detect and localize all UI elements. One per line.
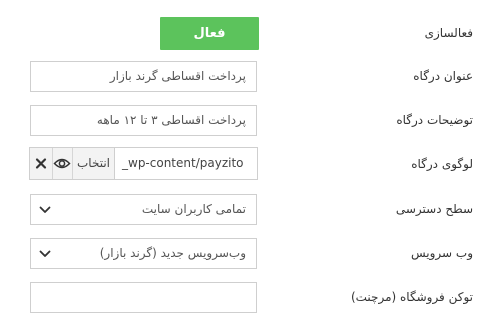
access-level-label: سطح دسترسی xyxy=(395,202,473,216)
gateway-description-input[interactable]: پرداخت اقساطی ۳ تا ۱۲ ماهه xyxy=(30,105,257,136)
close-icon xyxy=(35,158,47,169)
access-level-select[interactable]: تمامی کاربران سایت xyxy=(30,194,257,225)
gateway-title-label: عنوان درگاه xyxy=(413,69,473,83)
remove-logo-button[interactable] xyxy=(30,148,53,179)
gateway-description-label: توضیحات درگاه xyxy=(396,113,473,127)
activation-toggle-button[interactable]: فعال xyxy=(160,17,259,50)
gateway-title-input[interactable]: پرداخت اقساطی گرند بازار xyxy=(30,61,257,92)
merchant-token-label: توکن فروشگاه (مرچنت) xyxy=(350,290,473,304)
gateway-description-value: پرداخت اقساطی ۳ تا ۱۲ ماهه xyxy=(96,113,246,127)
choose-logo-button[interactable]: انتخاب xyxy=(72,148,115,179)
web-service-label: وب سرویس xyxy=(410,246,473,260)
access-level-selected: تمامی کاربران سایت xyxy=(141,202,246,216)
eye-icon xyxy=(53,158,71,169)
chevron-down-icon xyxy=(39,250,51,257)
gateway-logo-actions: انتخاب xyxy=(29,147,115,180)
gateway-logo-label: لوگوی درگاه xyxy=(411,157,473,171)
activation-label: فعالسازی xyxy=(424,26,473,40)
merchant-token-input[interactable] xyxy=(30,282,257,313)
web-service-select[interactable]: وب‌سرویس جدید (گرند بازار) xyxy=(30,238,257,269)
chevron-down-icon xyxy=(39,206,51,213)
gateway-logo-value: _wp-content/payzito xyxy=(122,156,244,170)
gateway-title-value: پرداخت اقساطی گرند بازار xyxy=(109,69,246,83)
view-logo-button[interactable] xyxy=(52,148,73,179)
gateway-logo-input[interactable]: _wp-content/payzito xyxy=(115,147,258,180)
web-service-selected: وب‌سرویس جدید (گرند بازار) xyxy=(99,246,246,260)
